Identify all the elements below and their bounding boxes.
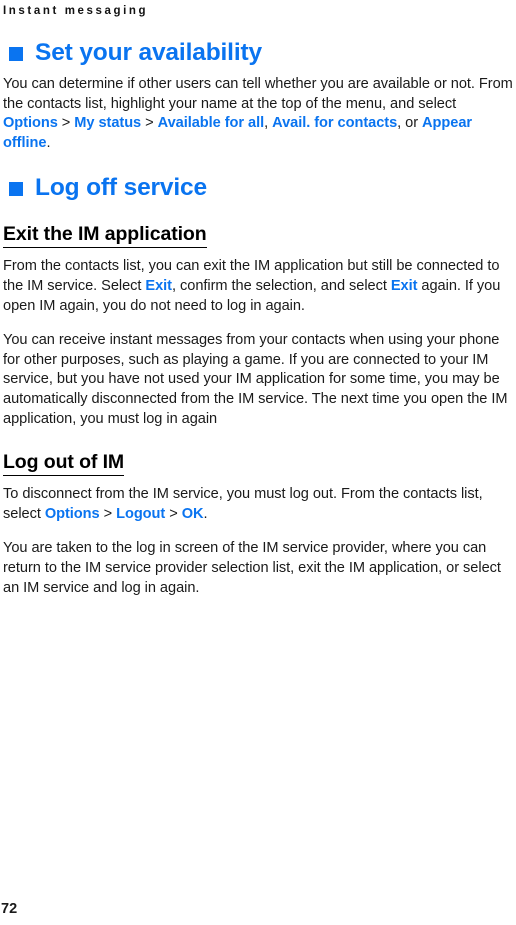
ui-term-exit: Exit xyxy=(145,277,172,294)
separator-or: , or xyxy=(397,115,423,132)
ui-term-available-for-all: Available for all xyxy=(157,115,265,132)
separator-gt: > xyxy=(57,115,75,132)
subheading-log-out-of-im: Log out of IM xyxy=(2,451,514,477)
blue-square-bullet-icon xyxy=(9,181,23,196)
paragraph-login-screen: You are taken to the log in screen of th… xyxy=(3,540,501,596)
section-heading-set-your-availability: Set your availability xyxy=(2,39,514,66)
paragraph-exit-app: From the contacts list, you can exit the… xyxy=(2,257,514,316)
page-number: 72 xyxy=(1,901,18,917)
paragraph-availability-text: You can determine if other users can tel… xyxy=(3,76,513,112)
paragraph-log-out: To disconnect from the IM service, you m… xyxy=(2,485,514,524)
ui-term-options: Options xyxy=(44,505,100,522)
sentence-period: . xyxy=(46,134,51,151)
section-heading-label: Set your availability xyxy=(35,39,262,66)
subheading-exit-the-im-application: Exit the IM application xyxy=(2,223,514,249)
subheading-label: Exit the IM application xyxy=(3,223,207,249)
ui-term-avail-for-contacts: Avail. for contacts xyxy=(272,115,398,132)
ui-term-options: Options xyxy=(3,115,58,132)
ui-term-exit: Exit xyxy=(390,277,418,294)
separator-comma: , xyxy=(264,115,273,132)
sentence-period: . xyxy=(203,505,208,522)
blue-square-bullet-icon xyxy=(9,46,23,61)
section-heading-log-off-service: Log off service xyxy=(2,174,514,201)
section-heading-label: Log off service xyxy=(35,174,208,202)
ui-term-my-status: My status xyxy=(74,115,142,132)
separator-gt: > xyxy=(141,115,158,132)
paragraph-exit-app-text: , confirm the selection, and select xyxy=(172,277,391,294)
ui-term-logout: Logout xyxy=(116,505,166,522)
ui-term-ok: OK xyxy=(181,505,204,522)
paragraph-availability: You can determine if other users can tel… xyxy=(2,75,514,153)
running-header: Instant messaging xyxy=(3,5,149,17)
document-page: Instant messaging Set your availability … xyxy=(0,0,516,925)
paragraph-receive-messages: You can receive instant messages from yo… xyxy=(3,332,508,427)
separator-gt: > xyxy=(99,505,117,522)
subheading-label: Log out of IM xyxy=(3,451,124,477)
separator-gt: > xyxy=(165,505,182,522)
